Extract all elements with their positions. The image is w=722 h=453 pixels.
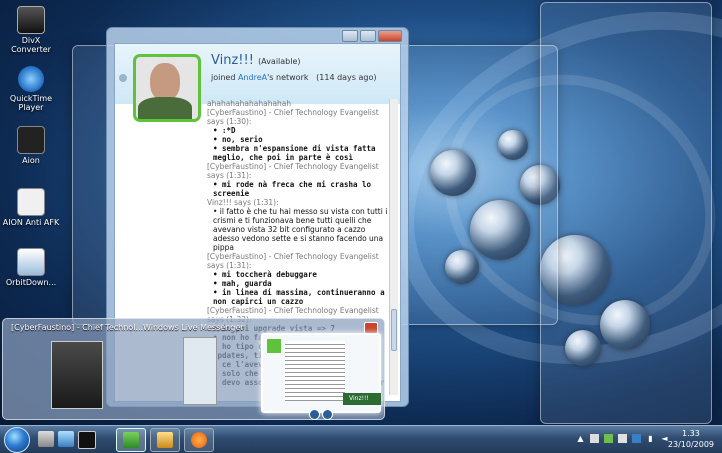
show-desktop-icon[interactable] bbox=[58, 431, 74, 447]
contact-avatar[interactable] bbox=[133, 54, 201, 122]
tray-icon[interactable] bbox=[618, 434, 627, 443]
desktop-icon-label: QuickTime Player bbox=[9, 94, 53, 112]
taskbar-messenger-button[interactable] bbox=[116, 428, 146, 452]
desktop-icon-label: Aion bbox=[22, 156, 40, 165]
contact-status: (Available) bbox=[258, 57, 301, 66]
contact-name-line: Vinz!!! (Available) bbox=[211, 53, 301, 68]
preview-thumbnail-messenger[interactable] bbox=[183, 337, 217, 405]
scrollbar-thumb[interactable] bbox=[391, 309, 397, 351]
network-icon[interactable]: ▮ bbox=[646, 434, 655, 443]
minimize-button[interactable] bbox=[342, 30, 358, 42]
preview-tab-conversation[interactable]: [CyberFaustino] - Chief Technol... bbox=[11, 323, 143, 332]
taskbar-explorer-button[interactable] bbox=[150, 428, 180, 452]
message-header: Vinz!!! says (1:31): bbox=[207, 198, 279, 207]
preview-next-button[interactable] bbox=[322, 409, 333, 420]
taskbar-browser-button[interactable] bbox=[184, 428, 214, 452]
divx-icon bbox=[17, 6, 45, 34]
clock-time: 1.33 bbox=[682, 429, 700, 438]
messenger-icon bbox=[123, 432, 139, 448]
thumbnail-avatar bbox=[267, 339, 281, 353]
folder-icon bbox=[157, 432, 173, 448]
recycle-bin-icon[interactable] bbox=[38, 431, 54, 447]
desktop-icon-quicktime[interactable]: QuickTime Player bbox=[2, 66, 60, 112]
thumbnail-label: Vinz!!! bbox=[343, 393, 381, 405]
close-button[interactable] bbox=[378, 30, 402, 42]
aion-icon bbox=[17, 126, 45, 154]
preview-nav bbox=[309, 409, 333, 420]
tray-expand-icon[interactable]: ▲ bbox=[576, 434, 585, 443]
message-line: • :*D bbox=[213, 126, 236, 135]
thumbnail-text-lines bbox=[285, 341, 345, 401]
tray-icon[interactable] bbox=[590, 434, 599, 443]
message-header: [CyberFaustino] - Chief Technology Evang… bbox=[207, 162, 379, 180]
conversation-scrollbar[interactable] bbox=[389, 99, 398, 395]
desktop-icon-label: DivX Converter bbox=[11, 36, 51, 54]
messenger-icon bbox=[119, 74, 127, 82]
preview-thumbnail-conversation[interactable]: Vinz!!! bbox=[261, 333, 381, 413]
quicktime-icon bbox=[18, 66, 44, 92]
message-line: • mi rode nà freca che mi crasha lo scre… bbox=[213, 180, 372, 198]
taskbar-thumbnail-preview: [CyberFaustino] - Chief Technol... Windo… bbox=[2, 318, 385, 420]
desktop-icon-orbitdownloader[interactable]: OrbitDown... bbox=[2, 248, 60, 287]
maximize-button[interactable] bbox=[360, 30, 376, 42]
aero-peek-window-frame bbox=[540, 2, 712, 424]
clock-date: 23/10/2009 bbox=[667, 440, 714, 449]
message-line: • sembra n'espansione di vista fatta meg… bbox=[213, 144, 376, 162]
desktop-icon-label: AION Anti AFK bbox=[2, 218, 60, 227]
message-line: • in linea di massima, continueranno a n… bbox=[213, 288, 385, 306]
joined-network-line: joined AndreA's network (114 days ago) bbox=[211, 73, 377, 82]
joined-days-ago: (114 days ago) bbox=[316, 73, 377, 82]
aion-anti-afk-icon bbox=[17, 188, 45, 216]
desktop-icon-aion-anti-afk[interactable]: AION Anti AFK bbox=[2, 188, 60, 227]
desktop-icon-label: OrbitDown... bbox=[5, 278, 57, 287]
start-button[interactable] bbox=[4, 427, 30, 453]
message-header: [CyberFaustino] - Chief Technology Evang… bbox=[207, 252, 379, 270]
preview-thumbnail-dark[interactable] bbox=[51, 341, 103, 409]
taskbar: ▲ ▮ ◄ 1.33 23/10/2009 bbox=[0, 425, 722, 453]
desktop-icon-divx-converter[interactable]: DivX Converter bbox=[2, 6, 60, 54]
preview-tab-messenger[interactable]: Windows Live Messenger bbox=[143, 323, 244, 332]
joined-user-link[interactable]: AndreA bbox=[238, 73, 267, 82]
message-line: • il fatto è che tu hai messo su vista c… bbox=[213, 207, 388, 252]
avatar-face bbox=[150, 63, 180, 101]
command-prompt-icon[interactable] bbox=[78, 431, 96, 449]
joined-prefix: joined bbox=[211, 73, 238, 82]
message-header: [CyberFaustino] - Chief Technology Evang… bbox=[207, 108, 379, 126]
contact-name: Vinz!!! bbox=[211, 53, 254, 68]
desktop: DivX Converter QuickTime Player Aion AIO… bbox=[0, 0, 722, 425]
preview-prev-button[interactable] bbox=[309, 409, 320, 420]
tray-icon[interactable] bbox=[632, 434, 641, 443]
tray-icon[interactable] bbox=[604, 434, 613, 443]
orbitdownloader-icon bbox=[17, 248, 45, 276]
avatar-shoulders bbox=[138, 97, 192, 119]
message-line: • mi toccherà debuggare bbox=[213, 270, 317, 279]
joined-suffix: 's network bbox=[267, 73, 309, 82]
firefox-icon bbox=[191, 432, 207, 448]
window-controls bbox=[342, 30, 402, 42]
clock[interactable]: 1.33 23/10/2009 bbox=[668, 428, 714, 450]
message-line: • mah, guarda bbox=[213, 279, 272, 288]
message-line: • no, serio bbox=[213, 135, 263, 144]
desktop-icon-aion[interactable]: Aion bbox=[2, 126, 60, 165]
message-header: ahahahahahahahahah bbox=[207, 99, 292, 108]
